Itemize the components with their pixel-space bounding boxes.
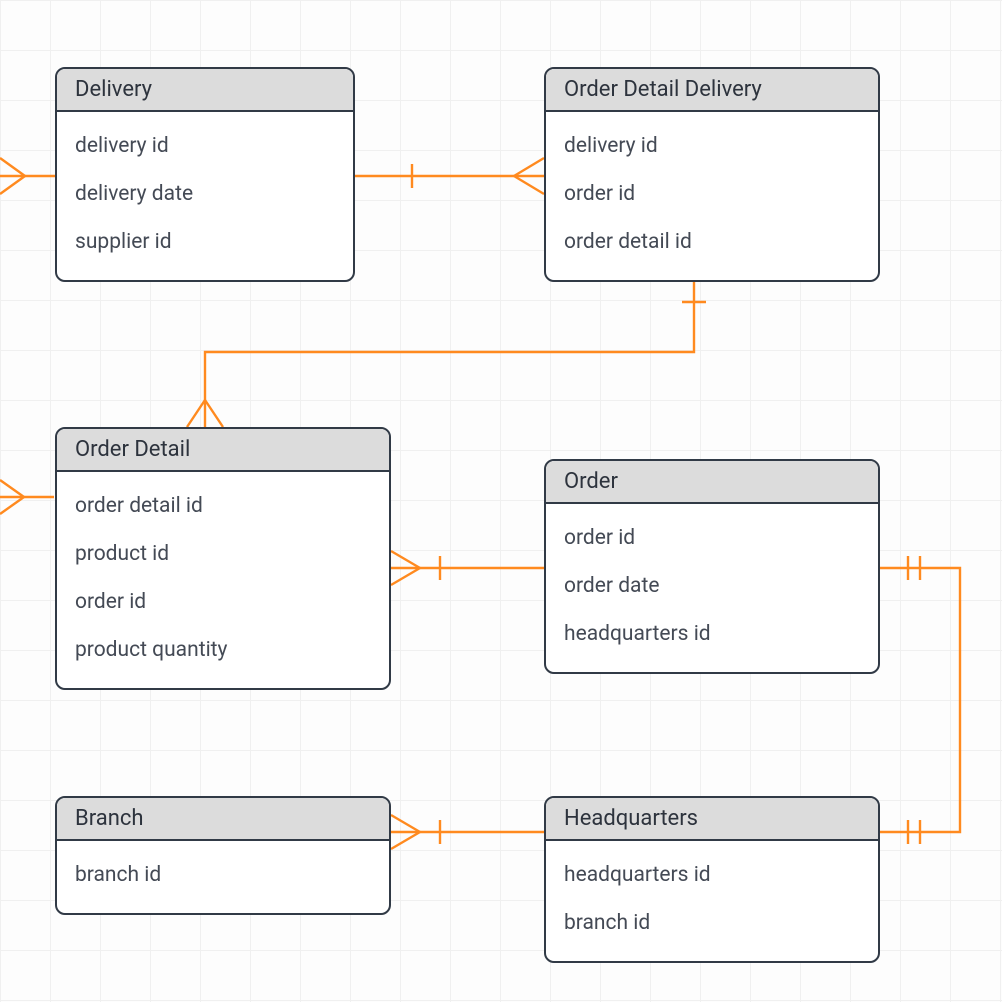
entity-branch-header: Branch xyxy=(57,798,389,841)
entity-order-detail-delivery[interactable]: Order Detail Delivery delivery id order … xyxy=(544,67,880,282)
conn-order-hq xyxy=(880,556,960,844)
conn-odd-orderdetail xyxy=(187,277,706,427)
entity-orderdetail-header: Order Detail xyxy=(57,429,389,472)
attr: order detail id xyxy=(75,482,371,530)
attr: supplier id xyxy=(75,218,335,266)
attr: product quantity xyxy=(75,626,371,674)
attr: order id xyxy=(564,170,860,218)
entity-orderdetail-body: order detail id product id order id prod… xyxy=(57,472,389,688)
entity-delivery-header: Delivery xyxy=(57,69,353,112)
attr: delivery id xyxy=(75,122,335,170)
entity-branch-body: branch id xyxy=(57,841,389,913)
conn-delivery-offscreen xyxy=(0,158,55,194)
entity-order-detail[interactable]: Order Detail order detail id product id … xyxy=(55,427,391,690)
entity-odd-body: delivery id order id order detail id xyxy=(546,112,878,280)
attr: product id xyxy=(75,530,371,578)
conn-delivery-odd xyxy=(355,158,544,194)
entity-hq-header: Headquarters xyxy=(546,798,878,841)
entity-headquarters[interactable]: Headquarters headquarters id branch id xyxy=(544,796,880,963)
attr: order id xyxy=(564,514,860,562)
entity-branch[interactable]: Branch branch id xyxy=(55,796,391,915)
entity-order-header: Order xyxy=(546,461,878,504)
attr: branch id xyxy=(75,851,371,899)
attr: order detail id xyxy=(564,218,860,266)
entity-order[interactable]: Order order id order date headquarters i… xyxy=(544,459,880,674)
conn-orderdetail-offscreen xyxy=(0,480,54,514)
conn-branch-hq xyxy=(391,815,544,849)
attr: delivery id xyxy=(564,122,860,170)
entity-order-body: order id order date headquarters id xyxy=(546,504,878,672)
entity-delivery-body: delivery id delivery date supplier id xyxy=(57,112,353,280)
attr: headquarters id xyxy=(564,851,860,899)
attr: order date xyxy=(564,562,860,610)
attr: order id xyxy=(75,578,371,626)
attr: delivery date xyxy=(75,170,335,218)
conn-orderdetail-order xyxy=(391,551,544,585)
attr: headquarters id xyxy=(564,610,860,658)
entity-odd-header: Order Detail Delivery xyxy=(546,69,878,112)
entity-delivery[interactable]: Delivery delivery id delivery date suppl… xyxy=(55,67,355,282)
entity-hq-body: headquarters id branch id xyxy=(546,841,878,961)
attr: branch id xyxy=(564,899,860,947)
